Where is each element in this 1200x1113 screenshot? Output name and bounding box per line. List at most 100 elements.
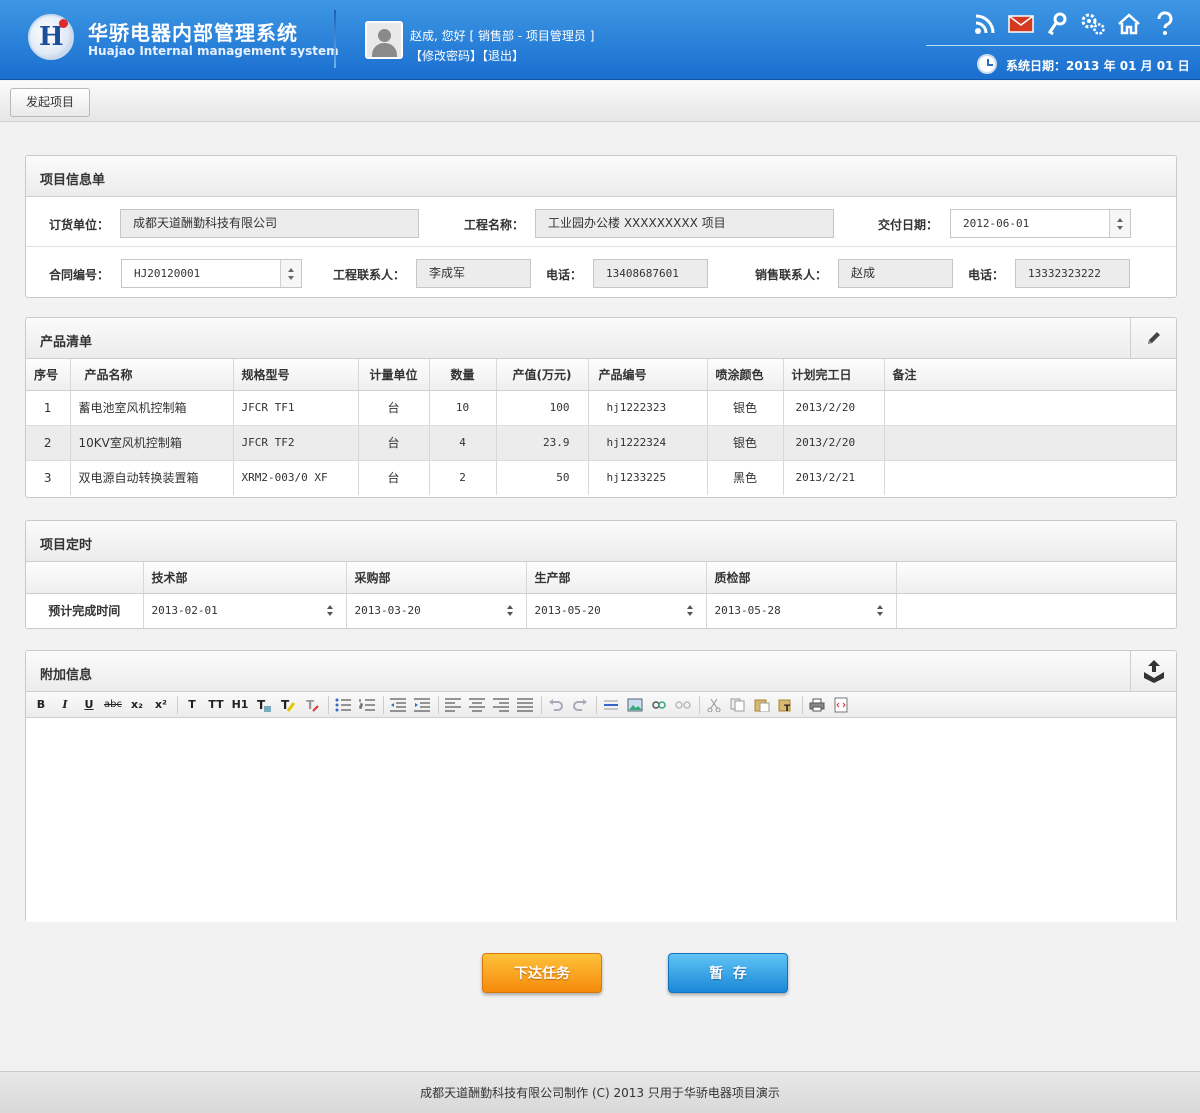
panel-title: 项目定时 bbox=[40, 538, 93, 553]
cell-note bbox=[884, 390, 1176, 426]
outdent-icon[interactable] bbox=[387, 695, 409, 715]
delivery-date-input[interactable]: 2012-06-01 bbox=[950, 209, 1131, 238]
header-divider bbox=[334, 10, 336, 68]
cut-icon[interactable] bbox=[703, 695, 725, 715]
paste-text-icon[interactable]: T bbox=[775, 695, 797, 715]
order-unit-input[interactable]: 成都天道酬勤科技有限公司 bbox=[120, 209, 419, 238]
undo-icon[interactable] bbox=[545, 695, 567, 715]
cell-spec: JFCR TF2 bbox=[233, 425, 359, 461]
spinner-icon[interactable] bbox=[326, 604, 334, 618]
contract-no-input[interactable]: HJ20120001 bbox=[121, 259, 302, 288]
home-icon[interactable] bbox=[1114, 10, 1144, 38]
edit-button[interactable] bbox=[1130, 318, 1176, 358]
extra-info-panel: 附加信息 B I U abc x₂ x² T TT H1 T T T T bbox=[25, 650, 1177, 922]
superscript-button[interactable]: x² bbox=[150, 695, 172, 715]
link-icon[interactable] bbox=[648, 695, 670, 715]
purchase-date-picker[interactable]: 2013-03-20 bbox=[346, 593, 527, 628]
col-header: 产品名称 bbox=[70, 359, 234, 391]
cell-no: 2 bbox=[26, 425, 71, 461]
strike-button[interactable]: abc bbox=[102, 695, 124, 715]
redo-icon[interactable] bbox=[569, 695, 591, 715]
project-name-input[interactable]: 工业园办公楼 XXXXXXXXX 项目 bbox=[535, 209, 834, 238]
horizontal-rule-icon[interactable] bbox=[600, 695, 622, 715]
logout-link[interactable]: 【退出】 bbox=[482, 49, 524, 63]
user-greeting: 赵成, 您好 [ 销售部 - 项目管理员 ] bbox=[410, 29, 595, 43]
bullet-list-icon[interactable] bbox=[332, 695, 354, 715]
bold-button[interactable]: B bbox=[30, 695, 52, 715]
font-size-button[interactable]: TT bbox=[205, 695, 227, 715]
qc-date-picker[interactable]: 2013-05-28 bbox=[706, 593, 897, 628]
justify-icon[interactable] bbox=[514, 695, 536, 715]
spinner-icon[interactable] bbox=[686, 604, 694, 618]
upload-icon bbox=[1143, 660, 1164, 683]
image-icon[interactable] bbox=[624, 695, 646, 715]
panel-title: 项目信息单 bbox=[40, 173, 106, 188]
copy-icon[interactable] bbox=[727, 695, 749, 715]
highlight-icon[interactable]: T bbox=[277, 695, 299, 715]
cell-color: 银色 bbox=[707, 425, 784, 461]
settings-icon[interactable] bbox=[1078, 10, 1108, 38]
tab-strip: 发起项目 bbox=[0, 81, 1200, 122]
unlink-icon[interactable] bbox=[672, 695, 694, 715]
table-row[interactable]: 3 双电源自动转换装置箱 XRM2-003/0 XF 台 2 50 hj1233… bbox=[26, 460, 1176, 495]
cell-color: 银色 bbox=[707, 390, 784, 426]
project-phone-input[interactable]: 13408687601 bbox=[593, 259, 708, 288]
cell-code: hj1222324 bbox=[588, 425, 708, 461]
col-header bbox=[26, 562, 144, 594]
cell-finish: 2013/2/21 bbox=[783, 460, 885, 495]
col-header: 质检部 bbox=[706, 562, 897, 594]
product-table: 序号 产品名称 规格型号 计量单位 数量 产值(万元) 产品编号 喷涂颜色 计划… bbox=[26, 359, 1176, 495]
align-left-icon[interactable] bbox=[442, 695, 464, 715]
italic-button[interactable]: I bbox=[54, 695, 76, 715]
clock-icon bbox=[977, 54, 997, 74]
sales-contact-input[interactable]: 赵成 bbox=[838, 259, 953, 288]
source-code-icon[interactable] bbox=[830, 695, 852, 715]
align-right-icon[interactable] bbox=[490, 695, 512, 715]
avatar bbox=[365, 21, 403, 59]
heading-button[interactable]: H1 bbox=[229, 695, 251, 715]
subscript-button[interactable]: x₂ bbox=[126, 695, 148, 715]
number-list-icon[interactable] bbox=[356, 695, 378, 715]
production-date-picker[interactable]: 2013-05-20 bbox=[526, 593, 707, 628]
project-contact-input[interactable]: 李成军 bbox=[416, 259, 531, 288]
help-icon[interactable] bbox=[1150, 10, 1180, 38]
change-password-link[interactable]: 【修改密码】 bbox=[410, 49, 482, 63]
mail-icon[interactable] bbox=[1006, 10, 1036, 38]
underline-button[interactable]: U bbox=[78, 695, 100, 715]
product-list-panel: 产品清单 序号 产品名称 规格型号 计量单位 数量 产值(万元) 产品编号 喷涂… bbox=[25, 317, 1177, 498]
spinner-icon[interactable] bbox=[876, 604, 884, 618]
paste-icon[interactable] bbox=[751, 695, 773, 715]
header-toolbar bbox=[970, 10, 1180, 38]
clear-format-icon[interactable]: T bbox=[301, 695, 323, 715]
align-center-icon[interactable] bbox=[466, 695, 488, 715]
contract-spinner-icon[interactable] bbox=[280, 260, 301, 287]
rss-icon[interactable] bbox=[970, 10, 1000, 38]
tab-start-project[interactable]: 发起项目 bbox=[10, 88, 90, 117]
col-header: 生产部 bbox=[526, 562, 707, 594]
col-header: 备注 bbox=[884, 359, 1176, 391]
spinner-icon[interactable] bbox=[506, 604, 514, 618]
date-spinner-icon[interactable] bbox=[1109, 210, 1130, 237]
cell-spec: JFCR TF1 bbox=[233, 390, 359, 426]
form-row: 订货单位： 成都天道酬勤科技有限公司 工程名称： 工业园办公楼 XXXXXXXX… bbox=[26, 197, 1176, 247]
sales-phone-label: 电话： bbox=[968, 268, 1005, 282]
save-draft-button[interactable]: 暂 存 bbox=[668, 953, 788, 993]
font-color-button[interactable]: T bbox=[181, 695, 203, 715]
editor-content-area[interactable] bbox=[26, 718, 1176, 922]
upload-button[interactable] bbox=[1130, 651, 1176, 691]
tech-date-picker[interactable]: 2013-02-01 bbox=[143, 593, 347, 628]
sales-phone-input[interactable]: 13332323222 bbox=[1015, 259, 1130, 288]
table-row[interactable]: 2 10KV室风机控制箱 JFCR TF2 台 4 23.9 hj1222324… bbox=[26, 425, 1176, 461]
submit-task-button[interactable]: 下达任务 bbox=[482, 953, 602, 993]
print-icon[interactable] bbox=[806, 695, 828, 715]
cell-code: hj1233225 bbox=[588, 460, 708, 495]
key-icon[interactable] bbox=[1042, 10, 1072, 38]
cell-value: 50 bbox=[496, 460, 589, 495]
user-links: 【修改密码】【退出】 bbox=[410, 47, 524, 64]
cell-spec: XRM2-003/0 XF bbox=[233, 460, 359, 495]
table-row: 预计完成时间 2013-02-01 2013-03-20 2013-05-20 … bbox=[26, 593, 1176, 628]
table-row[interactable]: 1 蓄电池室风机控制箱 JFCR TF1 台 10 100 hj1222323 … bbox=[26, 390, 1176, 426]
text-bg-icon[interactable]: T bbox=[253, 695, 275, 715]
col-header: 计划完工日 bbox=[783, 359, 885, 391]
indent-icon[interactable] bbox=[411, 695, 433, 715]
